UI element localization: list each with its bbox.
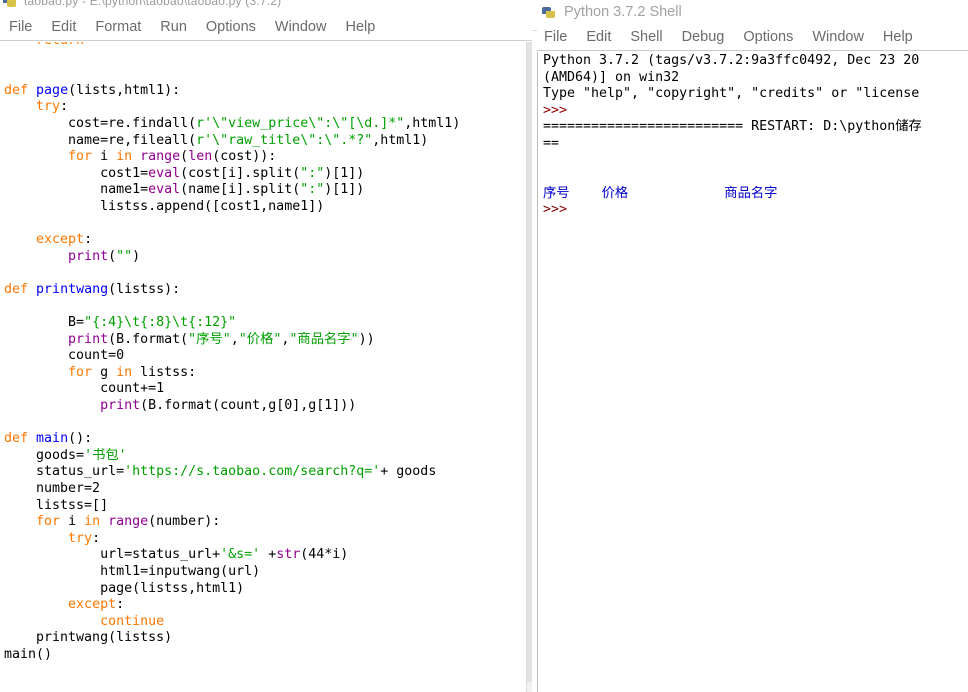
editor-titlebar[interactable]: taobao.py - E:\python\taobao\taobao.py (… <box>0 0 532 13</box>
python-shell-window: Python 3.7.2 Shell File Edit Shell Debug… <box>537 0 968 692</box>
code-line: def page(lists,html1): <box>4 83 460 100</box>
code-line: except: <box>4 597 460 614</box>
code-line: main() <box>4 647 460 664</box>
code-line: except: <box>4 232 460 249</box>
code-line <box>4 66 460 83</box>
code-line: number=2 <box>4 481 460 498</box>
code-line: status_url='https://s.taobao.com/search?… <box>4 464 460 481</box>
code-line: html1=inputwang(url) <box>4 564 460 581</box>
code-line: try: <box>4 99 460 116</box>
code-line: name1=eval(name[i].split(":")[1]) <box>4 182 460 199</box>
code-line: ========================= RESTART: D:\py… <box>543 119 922 136</box>
code-line <box>543 153 922 170</box>
code-line: 序号 价格 商品名字 <box>543 186 922 203</box>
shell-menu-window[interactable]: Window <box>812 29 874 45</box>
code-line: goods='书包' <box>4 448 460 465</box>
code-line <box>4 265 460 282</box>
code-line <box>4 50 460 67</box>
shell-menu-file[interactable]: File <box>544 29 577 45</box>
code-line: Type "help", "copyright", "credits" or "… <box>543 86 922 103</box>
shell-menu-options[interactable]: Options <box>743 29 803 45</box>
code-line <box>4 415 460 432</box>
code-line: try: <box>4 531 460 548</box>
shell-output-text: Python 3.7.2 (tags/v3.7.2:9a3ffc0492, De… <box>543 53 922 219</box>
code-line: continue <box>4 614 460 631</box>
code-line: for i in range(len(cost)): <box>4 149 460 166</box>
shell-menubar: File Edit Shell Debug Options Window Hel… <box>537 24 968 51</box>
code-line: for i in range(number): <box>4 514 460 531</box>
source-code-text: return "" def page(lists,html1): try: co… <box>4 42 460 664</box>
editor-code-area[interactable]: return "" def page(lists,html1): try: co… <box>0 42 532 692</box>
python-idle-icon <box>2 0 18 9</box>
code-line: count=0 <box>4 348 460 365</box>
code-line <box>543 169 922 186</box>
shell-menu-debug[interactable]: Debug <box>682 29 735 45</box>
editor-window-title: taobao.py - E:\python\taobao\taobao.py (… <box>24 0 281 8</box>
shell-window-title: Python 3.7.2 Shell <box>564 4 682 20</box>
editor-menu-format[interactable]: Format <box>95 19 151 35</box>
code-line: >>> <box>543 202 922 219</box>
shell-output-area[interactable]: Python 3.7.2 (tags/v3.7.2:9a3ffc0492, De… <box>537 52 968 692</box>
python-idle-icon <box>541 4 557 20</box>
shell-menu-edit[interactable]: Edit <box>586 29 621 45</box>
editor-menu-file[interactable]: File <box>9 19 42 35</box>
code-line: (AMD64)] on win32 <box>543 70 922 87</box>
shell-menu-shell[interactable]: Shell <box>630 29 672 45</box>
editor-menu-run[interactable]: Run <box>160 19 197 35</box>
shell-titlebar[interactable]: Python 3.7.2 Shell <box>537 0 968 24</box>
code-line: printwang(listss) <box>4 630 460 647</box>
editor-menu-help[interactable]: Help <box>345 19 385 35</box>
code-line: print(B.format("序号","价格","商品名字")) <box>4 332 460 349</box>
code-line: print(B.format(count,g[0],g[1])) <box>4 398 460 415</box>
editor-menubar: File Edit Format Run Options Window Help <box>0 13 532 41</box>
editor-menu-window[interactable]: Window <box>275 19 337 35</box>
code-line: B="{:4}\t{:8}\t{:12}" <box>4 315 460 332</box>
code-line: cost1=eval(cost[i].split(":")[1]) <box>4 166 460 183</box>
code-line: cost=re.findall(r'\"view_price\":\"[\d.]… <box>4 116 460 133</box>
code-line: name=re,fileall(r'\"raw_title\":\".*?",h… <box>4 133 460 150</box>
code-line: listss=[] <box>4 498 460 515</box>
code-line: for g in listss: <box>4 365 460 382</box>
editor-menu-options[interactable]: Options <box>206 19 266 35</box>
code-line <box>4 216 460 233</box>
shell-menu-help[interactable]: Help <box>883 29 923 45</box>
code-line: return "" <box>4 42 460 50</box>
code-line: page(listss,html1) <box>4 581 460 598</box>
code-line <box>4 299 460 316</box>
code-line: listss.append([cost1,name1]) <box>4 199 460 216</box>
code-line: Python 3.7.2 (tags/v3.7.2:9a3ffc0492, De… <box>543 53 922 70</box>
code-line: >>> <box>543 103 922 120</box>
code-line: count+=1 <box>4 381 460 398</box>
code-line: == <box>543 136 922 153</box>
code-line: def main(): <box>4 431 460 448</box>
code-line: def printwang(listss): <box>4 282 460 299</box>
code-line: print("") <box>4 249 460 266</box>
code-line: url=status_url+'&s=' +str(44*i) <box>4 547 460 564</box>
idle-editor-window: taobao.py - E:\python\taobao\taobao.py (… <box>0 0 532 692</box>
editor-menu-edit[interactable]: Edit <box>51 19 86 35</box>
